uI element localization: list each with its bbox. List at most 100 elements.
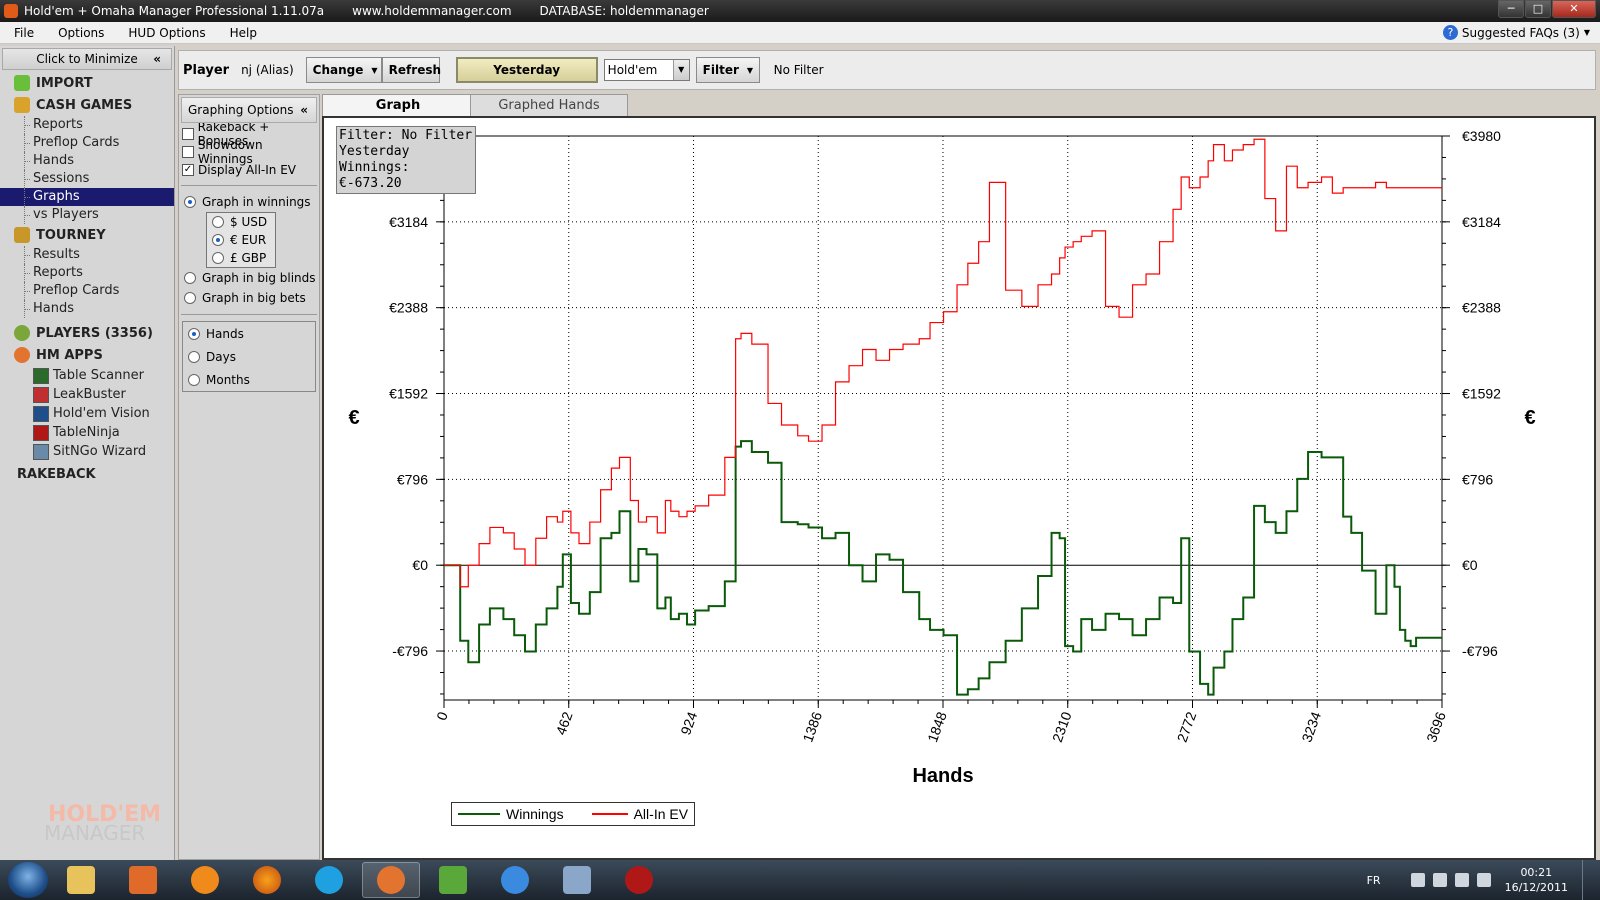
x-tick-label: 3696: [1423, 709, 1449, 744]
sitngo-wizard-icon: [33, 443, 49, 460]
battery-icon[interactable]: [1432, 873, 1447, 887]
chevron-down-icon[interactable]: ▼: [672, 60, 689, 80]
taskbar-media-player[interactable]: [176, 862, 234, 898]
import-icon: [14, 75, 30, 91]
nav-hm-apps[interactable]: HM APPS: [0, 344, 174, 366]
x-axis-hands-radio[interactable]: Hands: [183, 322, 315, 345]
nav-app-sitngo-wizard[interactable]: SitNGo Wizard: [0, 442, 174, 461]
change-player-button[interactable]: Change ▼: [305, 57, 382, 83]
internet-explorer-icon: [501, 866, 529, 894]
usd-radio[interactable]: $ USD: [207, 213, 275, 231]
taskbar-holdem-manager[interactable]: [362, 862, 420, 898]
x-tick-label: 0: [433, 709, 451, 722]
volume-icon[interactable]: [1454, 873, 1469, 887]
game-type-value: Hold'em: [607, 63, 658, 77]
gbp-label: £ GBP: [230, 251, 267, 265]
change-label: Change: [312, 63, 364, 77]
flag-icon[interactable]: [1410, 873, 1425, 887]
minimize-window-button[interactable]: ─: [1498, 0, 1524, 18]
refresh-button[interactable]: Refresh: [381, 57, 441, 83]
taskbar-skype[interactable]: [300, 862, 358, 898]
media-player-icon: [191, 866, 219, 894]
tab-graph[interactable]: Graph: [322, 94, 474, 116]
suggested-faqs-button[interactable]: ? Suggested FAQs (3) ▼: [1442, 25, 1590, 40]
window-title: Hold'em + Omaha Manager Professional 1.1…: [24, 4, 325, 18]
nav-cash-vs-players[interactable]: vs Players: [0, 206, 174, 224]
nav-players[interactable]: PLAYERS (3356): [0, 322, 174, 344]
checkbox-box: [182, 128, 194, 140]
network-icon[interactable]: [1476, 873, 1491, 887]
game-type-select[interactable]: Hold'em ▼: [603, 59, 690, 81]
date-range-button[interactable]: Yesterday: [455, 57, 598, 83]
y-tick-label-left: €3184: [389, 214, 428, 230]
menu-help[interactable]: Help: [216, 26, 267, 40]
taskbar-firefox[interactable]: [238, 862, 296, 898]
gbp-radio[interactable]: £ GBP: [207, 249, 275, 267]
logo-line-2: MANAGER: [44, 821, 146, 845]
x-axis-days-radio[interactable]: Days: [183, 345, 315, 368]
nav-tourney-preflop-cards[interactable]: Preflop Cards: [0, 282, 174, 300]
nav-app-table-scanner[interactable]: Table Scanner: [0, 366, 174, 385]
nav-app-leakbuster[interactable]: LeakBuster: [0, 385, 174, 404]
taskbar-internet-explorer[interactable]: [486, 862, 544, 898]
taskbar-app-window[interactable]: [548, 862, 606, 898]
minimize-nav-label: Click to Minimize: [36, 52, 138, 66]
nav-cash-sessions[interactable]: Sessions: [0, 170, 174, 188]
filter-status: No Filter: [773, 63, 824, 77]
taskbar-messenger[interactable]: [424, 862, 482, 898]
app-label: TableNinja: [53, 425, 120, 440]
close-window-button[interactable]: ✕: [1552, 0, 1596, 18]
start-button[interactable]: [8, 862, 48, 898]
filter-button[interactable]: Filter ▼: [695, 57, 760, 83]
nav-cash-preflop-cards[interactable]: Preflop Cards: [0, 134, 174, 152]
graph-in-big-blinds-radio[interactable]: Graph in big blinds: [179, 268, 319, 288]
nav-tourney-reports[interactable]: Reports: [0, 264, 174, 282]
tab-graphed-hands[interactable]: Graphed Hands: [470, 94, 628, 116]
clock[interactable]: 00:21 16/12/2011: [1505, 865, 1568, 895]
radio-dot: [212, 216, 224, 228]
x-tick-label: 2772: [1174, 709, 1200, 744]
nav-tourney-results[interactable]: Results: [0, 246, 174, 264]
nav-tourney-hands[interactable]: Hands: [0, 300, 174, 318]
y-tick-label-left: €2388: [389, 300, 428, 316]
show-desktop-button[interactable]: [1582, 860, 1594, 900]
currency-group: $ USD € EUR £ GBP: [206, 212, 276, 268]
menu-hud-options[interactable]: HUD Options: [114, 26, 215, 40]
collapse-icon: «: [153, 52, 161, 66]
minimize-nav-button[interactable]: Click to Minimize «: [2, 48, 172, 70]
messenger-icon: [439, 866, 467, 894]
nav-cash-games[interactable]: CASH GAMES: [0, 94, 174, 116]
nav-cash-graphs[interactable]: Graphs: [0, 188, 174, 206]
nav-cash-hands[interactable]: Hands: [0, 152, 174, 170]
eur-radio[interactable]: € EUR: [207, 231, 275, 249]
chart-legend: Winnings All-In EV: [451, 802, 695, 826]
graphing-options-title: Graphing Options: [188, 103, 294, 117]
maximize-window-button[interactable]: □: [1525, 0, 1551, 18]
taskbar-poker-client[interactable]: [610, 862, 668, 898]
taskbar-explorer[interactable]: [52, 862, 110, 898]
nav-cash-reports[interactable]: Reports: [0, 116, 174, 134]
graph-in-big-bets-radio[interactable]: Graph in big bets: [179, 288, 319, 308]
big-bets-label: Graph in big bets: [202, 291, 306, 305]
nav-app-tableninja[interactable]: TableNinja: [0, 423, 174, 442]
showdown-checkbox[interactable]: Showdown Winnings: [179, 138, 319, 166]
graph-tabs: Graph Graphed Hands: [322, 94, 628, 116]
menu-file[interactable]: File: [0, 26, 44, 40]
nav-import[interactable]: IMPORT: [0, 72, 174, 94]
menu-options[interactable]: Options: [44, 26, 114, 40]
nav-tourney[interactable]: TOURNEY: [0, 224, 174, 246]
graphing-options-header[interactable]: Graphing Options «: [181, 97, 317, 123]
nav-rakeback[interactable]: RAKEBACK: [0, 463, 174, 485]
nav-app-holdem-vision[interactable]: Hold'em Vision: [0, 404, 174, 423]
graph-info-box: Filter: No Filter Yesterday Winnings: €-…: [336, 126, 476, 194]
x-axis-months-radio[interactable]: Months: [183, 368, 315, 391]
y-tick-label-right: -€796: [1462, 643, 1498, 659]
radio-dot: [188, 350, 200, 363]
y-tick-label-right: €2388: [1462, 300, 1501, 316]
taskbar-office[interactable]: [114, 862, 172, 898]
language-indicator[interactable]: FR: [1367, 874, 1381, 887]
y-tick-label-right: €796: [1462, 471, 1493, 487]
graph-in-winnings-radio[interactable]: Graph in winnings: [179, 192, 319, 212]
hm-apps-icon: [14, 347, 30, 363]
holdem-vision-icon: [33, 405, 49, 422]
